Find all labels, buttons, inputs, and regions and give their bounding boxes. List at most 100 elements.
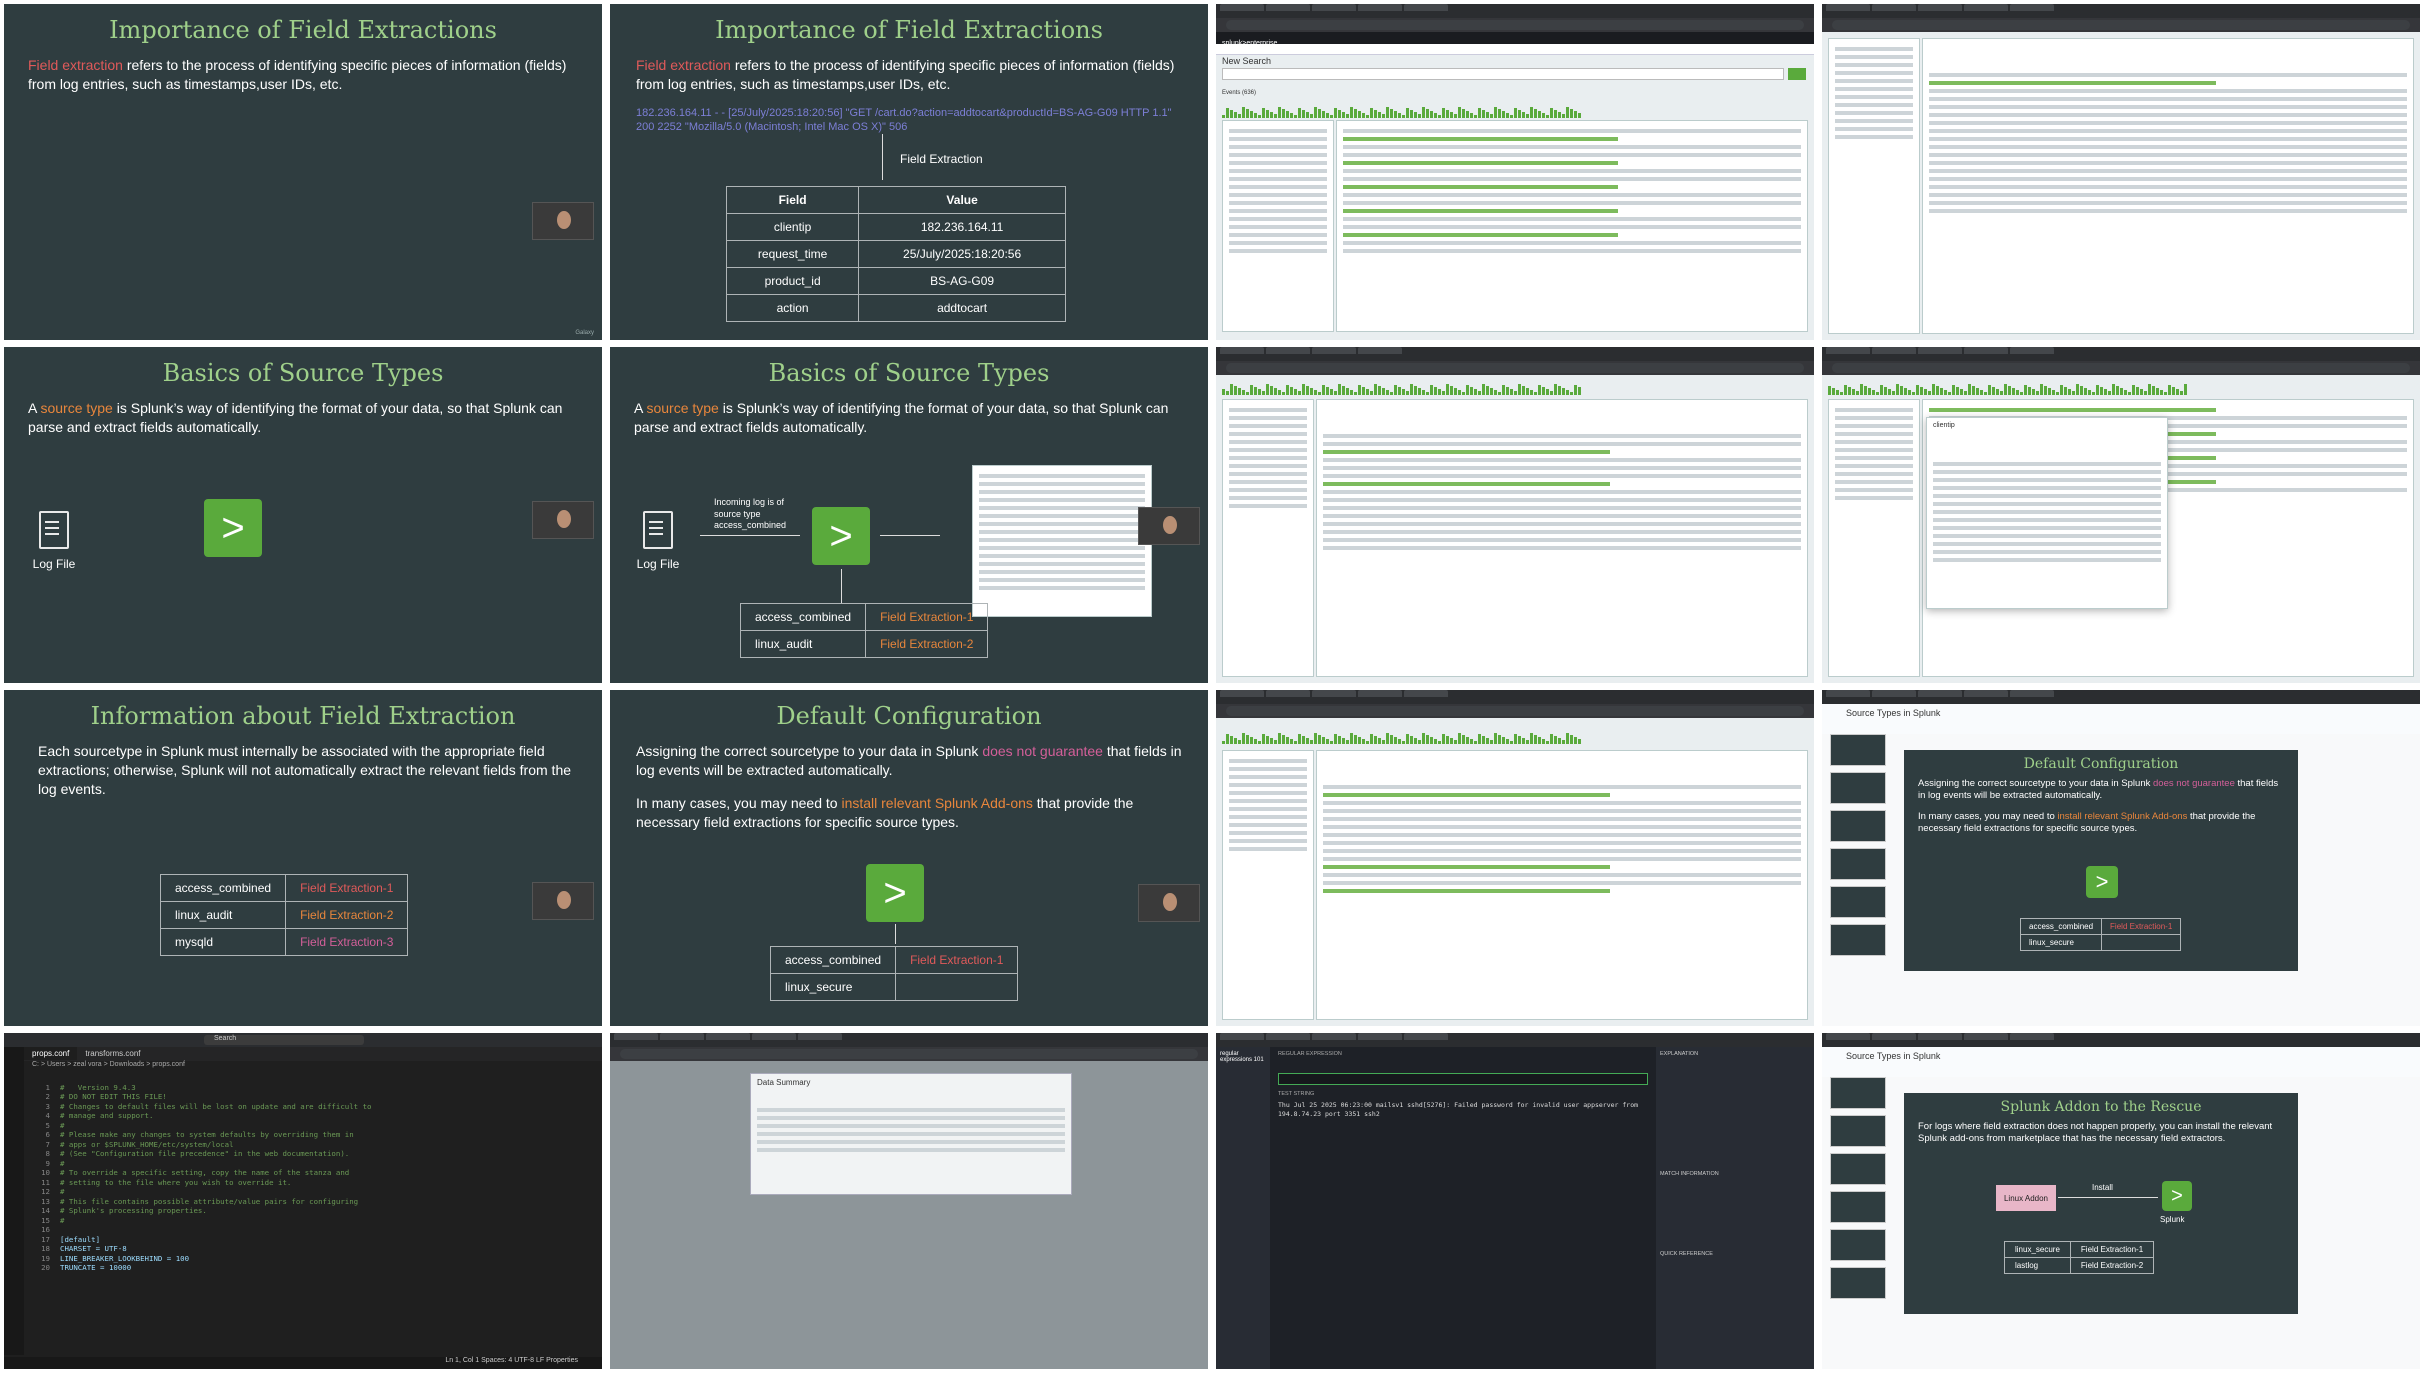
tab-transforms-conf[interactable]: transforms.conf (77, 1047, 148, 1060)
browser-chrome (1216, 4, 1814, 18)
event-detail-table[interactable] (1316, 750, 1808, 1020)
histogram-bar (1474, 741, 1477, 744)
histogram-bar (1226, 108, 1229, 118)
timeline-histogram[interactable] (1828, 377, 2414, 395)
search-box[interactable]: Search (204, 1035, 364, 1045)
doc-title[interactable]: Source Types in Splunk (1846, 1051, 1940, 1061)
highlight-term: does not guarantee (2153, 778, 2235, 789)
test-string[interactable]: Thu Jul 25 2025 06:23:00 mailsv1 sshd[52… (1278, 1101, 1648, 1119)
event-detail-table[interactable] (1316, 399, 1808, 677)
histogram-bar (2056, 392, 2059, 395)
histogram-bar (1350, 390, 1353, 395)
url-bar[interactable] (1226, 363, 1804, 373)
table-row: lastlog Field Extraction-2 (2004, 1257, 2155, 1274)
url-bar[interactable] (620, 1049, 1198, 1059)
timeline-histogram[interactable] (1222, 100, 1808, 118)
histogram-bar (1410, 110, 1413, 118)
histogram-bar (1410, 384, 1413, 395)
histogram-bar (1506, 387, 1509, 395)
url-bar[interactable] (1226, 706, 1804, 716)
vscode-props-conf[interactable]: Search props.conf transforms.conf C: > Us… (4, 1033, 602, 1369)
slide-source-types-mapping[interactable]: Basics of Source Types A source type is … (610, 347, 1208, 683)
splunk-logo-icon: > (2086, 866, 2118, 898)
splunk-search-screenshot[interactable]: splunk>enterprise New Search Events (636… (1216, 4, 1814, 340)
url-bar[interactable] (1832, 363, 2410, 373)
histogram-bar (1554, 384, 1557, 395)
splunk-linux-secure-screenshot[interactable] (1216, 690, 1814, 1026)
histogram-bar (1378, 386, 1381, 395)
slide-thumbnails[interactable] (1830, 1077, 1886, 1365)
fields-sidebar[interactable] (1828, 399, 1920, 677)
histogram-bar (2176, 389, 2179, 395)
event-detail-table[interactable] (1922, 38, 2414, 334)
editor-tabs[interactable]: props.conf transforms.conf (24, 1047, 602, 1061)
timeline-histogram[interactable] (1222, 726, 1808, 744)
histogram-bar (2060, 385, 2063, 395)
google-slides-default-config[interactable]: Source Types in Splunk Default Configura… (1822, 690, 2420, 1026)
histogram-bar (1386, 390, 1389, 395)
regex-sidebar[interactable]: regular expressions 101 (1216, 1047, 1270, 1369)
slide-canvas[interactable]: Splunk Addon to the Rescue For logs wher… (1904, 1093, 2298, 1314)
log-file-label: Log File (636, 557, 680, 571)
histogram-bar (1458, 733, 1461, 744)
sourcetype-cell: access_combined (739, 603, 867, 631)
slide-thumbnails[interactable] (1830, 734, 1886, 1022)
fields-sidebar[interactable] (1222, 120, 1334, 332)
histogram-bar (2180, 391, 2183, 395)
histogram-bar (1422, 733, 1425, 744)
histogram-bar (1274, 740, 1277, 744)
doc-title[interactable]: Source Types in Splunk (1846, 708, 1940, 718)
splunk-label: Splunk (2160, 1215, 2185, 1224)
histogram-bar (1370, 108, 1373, 118)
histogram-bar (1526, 388, 1529, 395)
slide-field-extractions-example[interactable]: Importance of Field Extractions Field ex… (610, 4, 1208, 340)
code-editor[interactable]: 1 # Version 9.4.3 2 # DO NOT EDIT THIS FILE… (24, 1073, 602, 1355)
fields-sidebar[interactable] (1222, 750, 1314, 1020)
slide-body: For logs where field extraction does not… (1918, 1121, 2273, 1145)
search-bar[interactable] (1222, 68, 1784, 80)
histogram-bar (1868, 388, 1871, 395)
histogram-bar (1430, 385, 1433, 395)
splunk-event-fields-screenshot[interactable] (1822, 4, 2420, 340)
browser-chrome (1822, 347, 2420, 361)
timeline-histogram[interactable] (1222, 377, 1808, 395)
histogram-bar (1314, 733, 1317, 744)
histogram-bar (1270, 386, 1273, 395)
histogram-bar (1398, 387, 1401, 395)
url-bar[interactable] (1832, 20, 2410, 30)
slide-field-extraction-info[interactable]: Information about Field Extraction Each … (4, 690, 602, 1026)
slide-canvas[interactable]: Default Configuration Assigning the corr… (1904, 750, 2298, 971)
histogram-bar (1936, 386, 1939, 395)
histogram-bar (1270, 112, 1273, 118)
url-bar[interactable] (1226, 20, 1804, 30)
splunk-field-values-screenshot[interactable]: clientip (1822, 347, 2420, 683)
field-values-popup[interactable]: clientip (1926, 417, 2168, 609)
histogram-bar (1574, 737, 1577, 744)
events-tab[interactable]: Events (636) (1222, 90, 1256, 96)
splunk-event-detail-screenshot[interactable] (1216, 347, 1814, 683)
search-button[interactable] (1788, 68, 1806, 80)
histogram-bar (1896, 384, 1899, 395)
events-list[interactable] (1336, 120, 1808, 332)
regex-editor[interactable]: REGULAR EXPRESSION TEST STRING Thu Jul 2… (1272, 1047, 1654, 1369)
extraction-cell (2101, 934, 2182, 951)
tab-props-conf[interactable]: props.conf (24, 1047, 78, 1060)
histogram-bar (1438, 741, 1441, 744)
histogram-bar (2120, 388, 2123, 395)
google-slides-addon-rescue[interactable]: Source Types in Splunk Splunk Addon to t… (1822, 1033, 2420, 1369)
fields-sidebar[interactable] (1828, 38, 1920, 334)
slide-default-configuration[interactable]: Default Configuration Assigning the corr… (610, 690, 1208, 1026)
data-summary-dialog[interactable]: Data Summary (750, 1073, 1072, 1195)
histogram-bar (1266, 736, 1269, 744)
regex101-screenshot[interactable]: regular expressions 101 REGULAR EXPRESSI… (1216, 1033, 1814, 1369)
activity-bar[interactable] (4, 1047, 24, 1355)
histogram-bar (1406, 734, 1409, 744)
histogram-bar (1438, 389, 1441, 395)
splunk-data-summary-screenshot[interactable]: Data Summary (610, 1033, 1208, 1369)
regex-input[interactable] (1278, 1073, 1648, 1085)
slide-field-extractions-intro[interactable]: Importance of Field Extractions Field ex… (4, 4, 602, 340)
slide-source-types-basic[interactable]: Basics of Source Types A source type is … (4, 347, 602, 683)
histogram-bar (1530, 107, 1533, 118)
histogram-bar (1454, 388, 1457, 395)
fields-sidebar[interactable] (1222, 399, 1314, 677)
